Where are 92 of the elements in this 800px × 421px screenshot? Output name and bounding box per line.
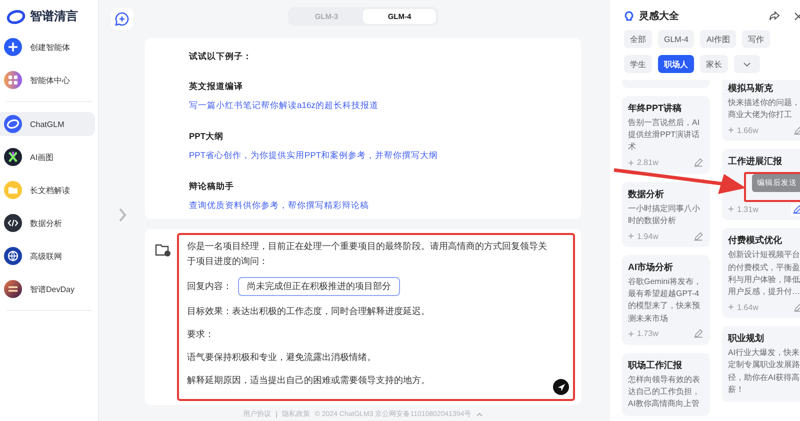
panel-title: 灵感大全 [639, 10, 680, 23]
card-title: 职场工作汇报 [628, 360, 683, 371]
highlight-frame [744, 172, 800, 202]
usage-count: 1.73w [637, 329, 658, 338]
card-description: 怎样向领导有效的表达自己的工作负担，AI教你高情商向上管 [628, 374, 701, 410]
prompt-card[interactable]: 模拟马斯克 快来描述你的问题，商业大佬为你打工 1.66w [722, 80, 800, 142]
usage-count: 1.94w [637, 232, 658, 241]
category-tag[interactable]: 职场人 [658, 55, 694, 73]
folder-icon[interactable] [155, 243, 171, 257]
prompt-card[interactable]: AI市场分析 谷歌Gemini将发布，最有希望超越GPT-4的模型来了，快来预测未来市场 1.73w [622, 255, 710, 345]
example-title: 英文报道编译 [189, 81, 244, 93]
prompt-text: 要求： [187, 328, 215, 341]
category-tag[interactable]: 全部 [624, 30, 652, 48]
card-description: 谷歌Gemini将发布，最有希望超越GPT-4的模型来了，快来预测未来市场 [628, 276, 702, 325]
sidebar-item[interactable]: 智能体中心 [0, 68, 95, 92]
sidebar-item[interactable]: 智谱DevDay [0, 277, 95, 301]
ring-icon [4, 115, 22, 133]
new-chat-button[interactable] [111, 8, 133, 30]
sidebar-item[interactable]: ChatGLM [0, 112, 95, 136]
usage-count: 1.64w [737, 302, 758, 312]
expand-button[interactable] [734, 55, 760, 73]
send-button[interactable] [553, 379, 569, 395]
edit-icon[interactable] [791, 202, 800, 216]
prompt-card[interactable]: 年终PPT讲稿 告别一言说然后，AI提供丝滑PPT演讲话术 2.81w [622, 96, 710, 174]
app-logo: 智谱清言 [30, 8, 78, 25]
prompt-editor[interactable]: 你是一名项目经理，目前正在处理一个重要项目的最终阶段。请用高情商的方式回复领导关于项目进度的询问： 回复内容： 尚未完成但正在积极推进的项目部分 目标效果：表达出积极的工作态度，同时合理解释进度延迟。 要求： 语气要保持积极和专业，避免流露出消极情绪。 解释延期原因，适当提出自己的困难或需要领导支持的地方。 [177, 233, 575, 401]
card-description: AI行业大爆发，快来定制专属职业发展路径，助你在AI获得高薪！ [728, 347, 800, 396]
event-logo-icon [4, 280, 22, 298]
prompt-card[interactable]: 职场工作汇报 怎样向领导有效的表达自己的工作负担，AI教你高情商向上管 [622, 352, 710, 416]
card-description: 告别一言说然后，AI提供丝滑PPT演讲话术 [628, 117, 701, 154]
send-icon [556, 382, 566, 392]
sidebar-item[interactable]: 高级联网 [0, 244, 95, 268]
card-title: 职业规划 [728, 333, 765, 344]
logo-icon [6, 8, 26, 24]
chat-plus-icon [115, 12, 129, 26]
category-tag[interactable]: 写作 [742, 30, 770, 48]
prompt-text: 解释延期原因，适当提出自己的困难或需要领导支持的地方。 [187, 374, 431, 387]
plus-icon [4, 38, 22, 56]
card-title: 数据分析 [628, 188, 665, 200]
plus-icon [728, 304, 734, 310]
field-label: 回复内容： [187, 280, 232, 293]
example-link[interactable]: PPT省心创作，为你提供实用PPT和案例参考，并帮你撰写大纲 [189, 150, 581, 162]
category-tag[interactable]: AI作图 [700, 30, 736, 48]
example-title: PPT大纲 [189, 131, 225, 143]
category-tag[interactable]: GLM-4 [658, 30, 694, 48]
usage-count: 1.31w [737, 204, 758, 214]
card-description: 一小时搞定同事八小时的数据分析 [628, 202, 701, 227]
card-description: 快来描述你的问题，商业大佬为你打工 [728, 97, 800, 122]
sparkle-icon [4, 148, 22, 166]
prompt-card[interactable]: 付费模式优化 创新设计短视频平台的付费模式，平衡盈利与用户体验，降低用户反感，提升付… 1.64w [722, 228, 800, 318]
plus-icon [628, 233, 634, 240]
prompt-text: 目标效果：表达出积极的工作态度，同时合理解释进度延迟。 [187, 305, 431, 318]
examples-heading: 试试以下例子： [189, 51, 253, 63]
plus-icon [628, 330, 634, 337]
prompt-card[interactable]: 职业规划 AI行业大爆发，快来定制专属职业发展路径，助你在AI获得高薪！ [722, 326, 800, 402]
card-title: 模拟马斯克 [728, 83, 774, 94]
input-field[interactable]: 尚未完成但正在积极推进的项目部分 [238, 277, 400, 296]
close-icon[interactable] [794, 12, 800, 20]
category-tag[interactable]: 家长 [700, 55, 728, 73]
plus-icon [628, 160, 634, 166]
sidebar-item[interactable]: 长文档解读 [0, 178, 95, 202]
plus-icon [728, 127, 734, 134]
card-title: 付费模式优化 [728, 235, 783, 246]
sidebar-item[interactable]: 创建智能体 [0, 35, 95, 59]
usage-count: 1.66w [737, 126, 758, 135]
prompt-text: 语气要保持积极和专业，避免流露出消极情绪。 [187, 351, 377, 364]
plus-icon [728, 206, 734, 212]
folder-icon [4, 181, 22, 199]
card-title: 年终PPT讲稿 [628, 103, 683, 114]
example-link[interactable]: 写一篇小红书笔记帮你解读a16z的超长科技报道 [189, 100, 581, 112]
prompt-card[interactable]: 数据分析 一小时搞定同事八小时的数据分析 1.94w [622, 182, 710, 248]
caret-up-icon[interactable] [476, 412, 484, 416]
code-icon [4, 214, 22, 232]
bulb-icon [624, 10, 634, 22]
edit-icon[interactable] [693, 157, 704, 168]
share-icon[interactable] [769, 11, 780, 21]
edit-icon[interactable] [693, 230, 704, 242]
sidebar-item[interactable]: AI画图 [0, 145, 95, 169]
globe-icon [4, 247, 22, 265]
card-title: 工作进展汇报 [728, 156, 783, 168]
edit-icon[interactable] [693, 328, 704, 340]
chevron-down-icon [743, 62, 751, 66]
usage-count: 2.81w [637, 158, 658, 168]
prompt-text: 你是一名项目经理，目前正在处理一个重要项目的最终阶段。请用高情商的方式回复领导关于项目进度的询问： [187, 240, 548, 268]
chevron-right-icon[interactable] [117, 206, 127, 224]
sidebar-item[interactable]: 数据分析 [0, 211, 95, 235]
card-title: AI市场分析 [628, 262, 674, 274]
example-title: 辩论稿助手 [189, 181, 235, 193]
example-link[interactable]: 查询优质资料供你参考，帮你撰写精彩辩论稿 [189, 200, 581, 212]
card-description: 创新设计短视频平台的付费模式，平衡盈利与用户体验，降低用户反感，提升付… [728, 249, 800, 298]
category-tag[interactable]: 学生 [624, 55, 652, 73]
grid-icon [4, 71, 22, 89]
